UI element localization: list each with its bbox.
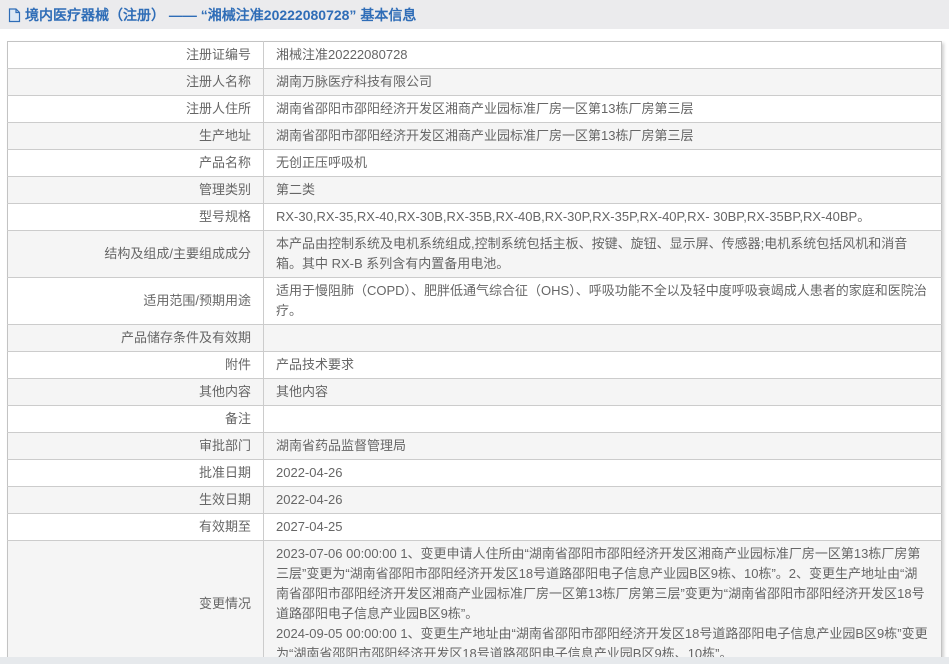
row-value: 2022-04-26 xyxy=(264,460,942,487)
row-label: 备注 xyxy=(8,406,264,433)
row-label: 适用范围/预期用途 xyxy=(8,278,264,325)
row-label: 管理类别 xyxy=(8,177,264,204)
row-value: 第二类 xyxy=(264,177,942,204)
row-label: 注册人名称 xyxy=(8,69,264,96)
row-value: 无创正压呼吸机 xyxy=(264,150,942,177)
row-value: 湖南万脉医疗科技有限公司 xyxy=(264,69,942,96)
row-value xyxy=(264,406,942,433)
table-row: 备注 xyxy=(8,406,942,433)
table-row: 生效日期2022-04-26 xyxy=(8,487,942,514)
table-row: 其他内容其他内容 xyxy=(8,379,942,406)
table-row: 型号规格RX-30,RX-35,RX-40,RX-30B,RX-35B,RX-4… xyxy=(8,204,942,231)
row-label: 结构及组成/主要组成成分 xyxy=(8,231,264,278)
row-label: 注册人住所 xyxy=(8,96,264,123)
row-value xyxy=(264,325,942,352)
page-title: 境内医疗器械（注册） —— “湘械注准20222080728” 基本信息 xyxy=(8,5,416,25)
change-record-paragraph: 2023-07-06 00:00:00 1、变更申请人住所由“湖南省邵阳市邵阳经… xyxy=(276,544,929,624)
table-row: 结构及组成/主要组成成分本产品由控制系统及电机系统组成,控制系统包括主板、按键、… xyxy=(8,231,942,278)
table-row: 附件产品技术要求 xyxy=(8,352,942,379)
table-row: 产品名称无创正压呼吸机 xyxy=(8,150,942,177)
row-value: 适用于慢阻肺（COPD）、肥胖低通气综合征（OHS）、呼吸功能不全以及轻中度呼吸… xyxy=(264,278,942,325)
table-row: 批准日期2022-04-26 xyxy=(8,460,942,487)
info-table-body: 注册证编号湘械注准20222080728注册人名称湖南万脉医疗科技有限公司注册人… xyxy=(8,42,942,664)
row-label: 注册证编号 xyxy=(8,42,264,69)
table-row: 管理类别第二类 xyxy=(8,177,942,204)
row-value: 其他内容 xyxy=(264,379,942,406)
row-label: 型号规格 xyxy=(8,204,264,231)
row-value: 湖南省邵阳市邵阳经济开发区湘商产业园标准厂房一区第13栋厂房第三层 xyxy=(264,123,942,150)
table-row: 注册证编号湘械注准20222080728 xyxy=(8,42,942,69)
table-row: 审批部门湖南省药品监督管理局 xyxy=(8,433,942,460)
row-value: 2027-04-25 xyxy=(264,514,942,541)
registration-info-table: 注册证编号湘械注准20222080728注册人名称湖南万脉医疗科技有限公司注册人… xyxy=(7,41,942,664)
row-label: 审批部门 xyxy=(8,433,264,460)
row-value: 产品技术要求 xyxy=(264,352,942,379)
row-value: RX-30,RX-35,RX-40,RX-30B,RX-35B,RX-40B,R… xyxy=(264,204,942,231)
table-row: 有效期至2027-04-25 xyxy=(8,514,942,541)
row-value: 湘械注准20222080728 xyxy=(264,42,942,69)
row-value: 2023-07-06 00:00:00 1、变更申请人住所由“湖南省邵阳市邵阳经… xyxy=(264,541,942,664)
row-label: 变更情况 xyxy=(8,541,264,664)
row-value: 湖南省邵阳市邵阳经济开发区湘商产业园标准厂房一区第13栋厂房第三层 xyxy=(264,96,942,123)
table-row: 适用范围/预期用途适用于慢阻肺（COPD）、肥胖低通气综合征（OHS）、呼吸功能… xyxy=(8,278,942,325)
row-label: 产品储存条件及有效期 xyxy=(8,325,264,352)
row-value: 本产品由控制系统及电机系统组成,控制系统包括主板、按键、旋钮、显示屏、传感器;电… xyxy=(264,231,942,278)
page-title-text: 境内医疗器械（注册） —— “湘械注准20222080728” 基本信息 xyxy=(25,5,416,25)
table-row: 生产地址湖南省邵阳市邵阳经济开发区湘商产业园标准厂房一区第13栋厂房第三层 xyxy=(8,123,942,150)
table-row: 产品储存条件及有效期 xyxy=(8,325,942,352)
row-label: 生产地址 xyxy=(8,123,264,150)
header-band: 境内医疗器械（注册） —— “湘械注准20222080728” 基本信息 xyxy=(0,0,949,29)
row-label: 批准日期 xyxy=(8,460,264,487)
row-label: 附件 xyxy=(8,352,264,379)
row-label: 生效日期 xyxy=(8,487,264,514)
table-row: 变更情况2023-07-06 00:00:00 1、变更申请人住所由“湖南省邵阳… xyxy=(8,541,942,664)
document-icon xyxy=(8,8,21,23)
footer-band xyxy=(0,657,949,664)
table-row: 注册人住所湖南省邵阳市邵阳经济开发区湘商产业园标准厂房一区第13栋厂房第三层 xyxy=(8,96,942,123)
row-value: 2022-04-26 xyxy=(264,487,942,514)
row-label: 有效期至 xyxy=(8,514,264,541)
table-row: 注册人名称湖南万脉医疗科技有限公司 xyxy=(8,69,942,96)
row-label: 其他内容 xyxy=(8,379,264,406)
row-value: 湖南省药品监督管理局 xyxy=(264,433,942,460)
row-label: 产品名称 xyxy=(8,150,264,177)
